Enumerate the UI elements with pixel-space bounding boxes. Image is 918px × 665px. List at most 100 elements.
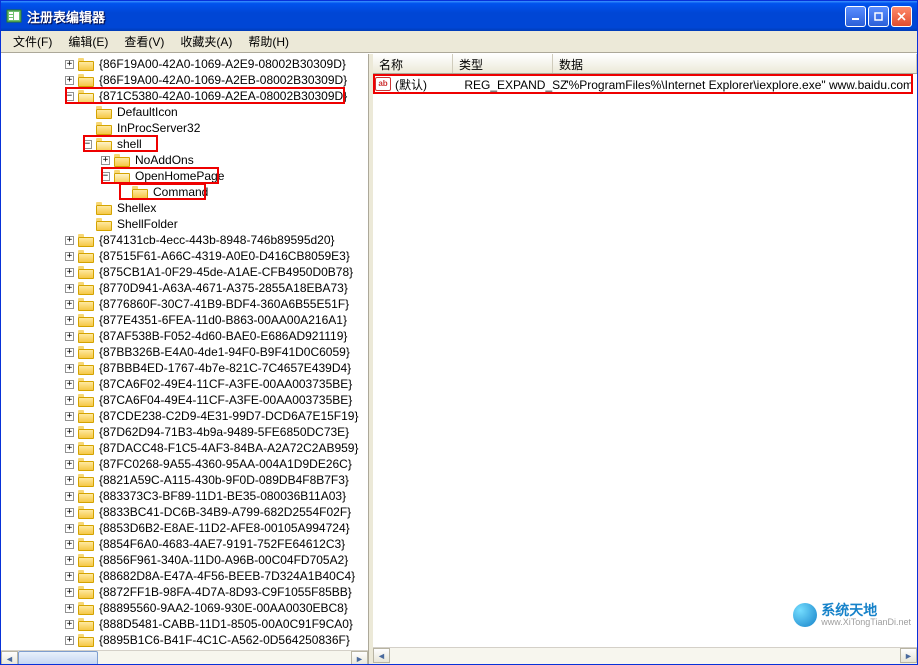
maximize-button[interactable] [868,6,889,27]
tree-node[interactable]: + {88895560-9AA2-1069-930E-00AA0030EBC8} [5,600,368,616]
tree-node-label[interactable]: {8872FF1B-98FA-4D7A-8D93-C9F1055F85BB} [97,584,354,600]
tree-node[interactable]: + {88682D8A-E47A-4F56-BEEB-7D324A1B40C4} [5,568,368,584]
tree-node-label[interactable]: {8776860F-30C7-41B9-BDF4-360A6B55E51F} [97,296,351,312]
expand-icon[interactable]: + [101,156,110,165]
expand-icon[interactable]: + [65,252,74,261]
tree-node-label[interactable]: NoAddOns [133,152,196,168]
tree-node[interactable]: +{8856F961-340A-11D0-A96B-00C04FD705A2} [5,552,368,568]
tree-node-label[interactable]: {87AF538B-F052-4d60-BAE0-E686AD921119} [97,328,349,344]
tree-node-label[interactable]: {8833BC41-DC6B-34B9-A799-682D2554F02F} [97,504,353,520]
scroll-right-arrow[interactable]: ► [351,651,368,664]
column-type[interactable]: 类型 [453,54,553,73]
tree-node-label[interactable]: {87515F61-A66C-4319-A0E0-D416CB8059E3} [97,248,352,264]
tree-node[interactable]: +{874131cb-4ecc-443b-8948-746b89595d20} [5,232,368,248]
tree-node[interactable]: +{87FC0268-9A55-4360-95AA-004A1D9DE26C} [5,456,368,472]
tree-node-label[interactable]: shell [115,136,144,152]
tree-node[interactable]: +{86F19A00-42A0-1069-A2EB-08002B30309D} [5,72,368,88]
menu-help[interactable]: 帮助(H) [240,31,297,52]
menu-file[interactable]: 文件(F) [5,31,60,52]
tree-node[interactable]: + {8854F6A0-4683-4AE7-9191-752FE64612C3} [5,536,368,552]
tree-node[interactable]: + {87CA6F04-49E4-11CF-A3FE-00AA003735BE} [5,392,368,408]
tree-node-label[interactable]: Command [151,184,210,200]
expand-icon[interactable]: + [65,572,74,581]
tree-node-label[interactable]: ShellFolder [115,216,180,232]
close-button[interactable] [891,6,912,27]
tree-node[interactable]: + {87AF538B-F052-4d60-BAE0-E686AD921119} [5,328,368,344]
menu-view[interactable]: 查看(V) [116,31,172,52]
menu-favorites[interactable]: 收藏夹(A) [172,31,240,52]
expand-icon[interactable]: + [65,332,74,341]
tree-node[interactable]: +{8770D941-A63A-4671-A375-2855A18EBA73} [5,280,368,296]
scroll-left-arrow[interactable]: ◄ [373,648,390,663]
minimize-button[interactable] [845,6,866,27]
tree-node[interactable]: + {8872FF1B-98FA-4D7A-8D93-C9F1055F85BB} [5,584,368,600]
expand-icon[interactable]: + [65,396,74,405]
list-body[interactable]: ab (默认) REG_EXPAND_SZ "%ProgramFiles%\In… [373,74,917,647]
column-name[interactable]: 名称 [373,54,453,73]
expand-icon[interactable]: + [65,348,74,357]
expand-icon[interactable]: + [65,588,74,597]
tree-node[interactable]: + {875CB1A1-0F29-45de-A1AE-CFB4950D0B78} [5,264,368,280]
tree-node-label[interactable]: {86F19A00-42A0-1069-A2E9-08002B30309D} [97,56,348,72]
tree-node[interactable]: +{888D5481-CABB-11D1-8505-00A0C91F9CA0} [5,616,368,632]
tree-node[interactable]: + {87BB326B-E4A0-4de1-94F0-B9F41D0C6059} [5,344,368,360]
tree-node-label[interactable]: {8854F6A0-4683-4AE7-9191-752FE64612C3} [97,536,347,552]
tree-node[interactable]: − {871C5380-42A0-1069-A2EA-08002B30309D} [5,88,368,104]
tree-node-label[interactable]: DefaultIcon [115,104,180,120]
tree-node-label[interactable]: {877E4351-6FEA-11d0-B863-00AA00A216A1} [97,312,349,328]
tree-node-label[interactable]: {87D62D94-71B3-4b9a-9489-5FE6850DC73E} [97,424,351,440]
tree-node-label[interactable]: {874131cb-4ecc-443b-8948-746b89595d20} [97,232,337,248]
tree-node-label[interactable]: {888D5481-CABB-11D1-8505-00A0C91F9CA0} [97,616,355,632]
tree-node[interactable]: +{87CA6F02-49E4-11CF-A3FE-00AA003735BE} [5,376,368,392]
tree-node-label[interactable]: {875CB1A1-0F29-45de-A1AE-CFB4950D0B78} [97,264,355,280]
scroll-track[interactable] [390,648,900,664]
tree-node-label[interactable]: Shellex [115,200,158,216]
tree-node[interactable]: + {877E4351-6FEA-11d0-B863-00AA00A216A1} [5,312,368,328]
tree-node-label[interactable]: {87CDE238-C2D9-4E31-99D7-DCD6A7E15F19} [97,408,360,424]
expand-icon[interactable]: + [65,76,74,85]
tree-node[interactable]: +{883373C3-BF89-11D1-BE35-080036B11A03} [5,488,368,504]
tree-node[interactable]: + {87CDE238-C2D9-4E31-99D7-DCD6A7E15F19} [5,408,368,424]
tree-node-label[interactable]: {88895560-9AA2-1069-930E-00AA0030EBC8} [97,600,350,616]
menu-edit[interactable]: 编辑(E) [60,31,116,52]
collapse-icon[interactable]: − [101,172,110,181]
tree-node[interactable]: +{86F19A00-42A0-1069-A2E9-08002B30309D} [5,56,368,72]
expand-icon[interactable]: + [65,508,74,517]
tree-node[interactable]: + {87D62D94-71B3-4b9a-9489-5FE6850DC73E} [5,424,368,440]
list-row[interactable]: ab (默认) REG_EXPAND_SZ "%ProgramFiles%\In… [373,76,917,93]
tree-node-label[interactable]: {8821A59C-A115-430b-9F0D-089DB4F8B7F3} [97,472,351,488]
expand-icon[interactable]: + [65,412,74,421]
tree-node-label[interactable]: {87CA6F04-49E4-11CF-A3FE-00AA003735BE} [97,392,354,408]
expand-icon[interactable]: + [65,428,74,437]
titlebar[interactable]: 注册表编辑器 [1,1,917,31]
tree-node[interactable]: + NoAddOns [5,152,368,168]
expand-icon[interactable]: + [65,268,74,277]
tree-node-label[interactable]: InProcServer32 [115,120,202,136]
tree-node[interactable]: − OpenHomePage [5,168,368,184]
expand-icon[interactable]: + [65,316,74,325]
expand-icon[interactable]: + [65,604,74,613]
collapse-icon[interactable]: − [65,92,74,101]
tree-node-label[interactable]: {87BB326B-E4A0-4de1-94F0-B9F41D0C6059} [97,344,352,360]
tree-node[interactable]: +{8821A59C-A115-430b-9F0D-089DB4F8B7F3} [5,472,368,488]
tree-node-label[interactable]: {871C5380-42A0-1069-A2EA-08002B30309D} [97,88,349,104]
expand-icon[interactable]: + [65,300,74,309]
tree-node-label[interactable]: {883373C3-BF89-11D1-BE35-080036B11A03} [97,488,348,504]
tree-node[interactable]: +{8853D6B2-E8AE-11D2-AFE8-00105A994724} [5,520,368,536]
tree-node-label[interactable]: {8895B1C6-B41F-4C1C-A562-0D564250836F} [97,632,352,648]
tree-node-label[interactable]: {87CA6F02-49E4-11CF-A3FE-00AA003735BE} [97,376,354,392]
tree-node-label[interactable]: {87DACC48-F1C5-4AF3-84BA-A2A72C2AB959} [97,440,360,456]
tree-node[interactable]: Command [5,184,368,200]
tree-node-label[interactable]: {88682D8A-E47A-4F56-BEEB-7D324A1B40C4} [97,568,357,584]
tree-node-label[interactable]: {8770D941-A63A-4671-A375-2855A18EBA73} [97,280,350,296]
tree-horizontal-scrollbar[interactable]: ◄ ► [1,650,368,664]
scroll-left-arrow[interactable]: ◄ [1,651,18,664]
tree-node-label[interactable]: OpenHomePage [133,168,226,184]
tree-node-label[interactable]: {87BBB4ED-1767-4b7e-821C-7C4657E439D4} [97,360,353,376]
tree-node[interactable]: +{8895B1C6-B41F-4C1C-A562-0D564250836F} [5,632,368,648]
expand-icon[interactable]: + [65,540,74,549]
list-horizontal-scrollbar[interactable]: ◄ ► [373,647,917,664]
tree-node[interactable]: + {8776860F-30C7-41B9-BDF4-360A6B55E51F} [5,296,368,312]
scroll-thumb[interactable] [18,651,98,664]
tree-node[interactable]: DefaultIcon [5,104,368,120]
